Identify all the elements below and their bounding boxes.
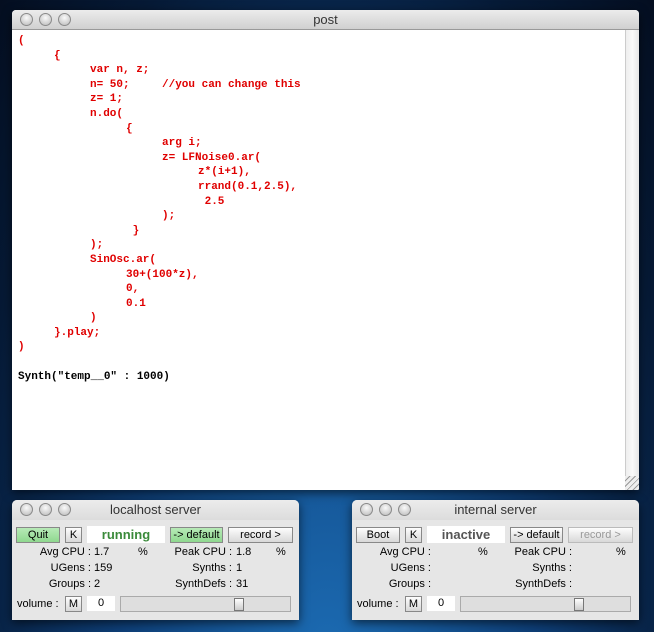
code-line: ( <box>18 35 25 47</box>
localhost-server-window: localhost server Quit K running -> defau… <box>12 500 299 620</box>
default-button[interactable]: -> default <box>510 527 563 543</box>
peak-cpu-value: 1.8 <box>236 546 252 558</box>
resize-grip-icon[interactable] <box>625 476 639 490</box>
code-line: arg i; <box>18 137 202 150</box>
code-line: ) <box>18 312 97 325</box>
synthdefs-label: SynthDefs : <box>175 578 232 590</box>
peak-cpu-percent: % <box>276 546 286 558</box>
slider-thumb[interactable] <box>574 598 584 611</box>
close-button[interactable] <box>20 13 33 26</box>
ugens-label: UGens : <box>50 562 91 574</box>
peak-cpu-percent: % <box>616 546 626 558</box>
code-line: z= 1; <box>18 93 124 106</box>
synths-value: 1 <box>236 562 243 574</box>
code-line: 0.1 <box>18 297 146 310</box>
code-line: { <box>18 122 133 135</box>
peak-cpu-label: Peak CPU : <box>514 546 572 558</box>
minimize-button[interactable] <box>379 503 392 516</box>
volume-input[interactable]: 0 <box>87 596 115 611</box>
avg-cpu-label: Avg CPU : <box>379 546 431 558</box>
code-line: ); <box>18 239 104 252</box>
zoom-button[interactable] <box>58 13 71 26</box>
code-line: var n, z; <box>18 64 150 77</box>
avg-cpu-percent: % <box>138 546 148 558</box>
volume-label: volume : <box>17 598 59 610</box>
ugens-label: UGens : <box>390 562 431 574</box>
window-title: internal server <box>454 502 537 517</box>
synthdefs-value: 31 <box>236 578 249 590</box>
code-line: 2.5 <box>18 195 225 208</box>
code-line: n.do( <box>18 107 124 120</box>
groups-label: Groups : <box>48 578 91 590</box>
code-line: { <box>18 49 61 62</box>
code-line: z*(i+1), <box>18 166 251 179</box>
internal-server-window: internal server Boot K inactive -> defau… <box>352 500 639 620</box>
kill-button[interactable]: K <box>65 527 82 543</box>
slider-thumb[interactable] <box>234 598 244 611</box>
code-line: SinOsc.ar( <box>18 253 157 266</box>
code-line: ); <box>18 210 176 223</box>
groups-value: 2 <box>94 578 101 590</box>
code-line: } <box>18 224 140 237</box>
boot-button[interactable]: Boot <box>356 527 400 543</box>
mute-button[interactable]: M <box>405 596 422 612</box>
code-line: rrand(0.1,2.5), <box>18 180 298 193</box>
title-bar[interactable]: localhost server <box>12 500 299 520</box>
close-button[interactable] <box>20 503 33 516</box>
window-title: post <box>313 12 338 27</box>
vertical-scrollbar[interactable] <box>625 30 639 490</box>
post-text[interactable]: ( { var n, z; n= 50; //you can change th… <box>12 30 625 490</box>
post-window: post ( { var n, z; n= 50; //you can chan… <box>12 10 639 490</box>
close-button[interactable] <box>360 503 373 516</box>
synthdefs-label: SynthDefs : <box>515 578 572 590</box>
code-line: 30+(100*z), <box>18 268 199 281</box>
record-button[interactable]: record > <box>568 527 633 543</box>
post-result: Synth("temp__0" : 1000) <box>18 370 170 383</box>
ugens-value: 159 <box>94 562 113 574</box>
title-bar[interactable]: post <box>12 10 639 30</box>
code-line: 0, <box>18 283 140 296</box>
window-title: localhost server <box>109 502 202 517</box>
avg-cpu-label: Avg CPU : <box>39 546 91 558</box>
code-line: z= LFNoise0.ar( <box>18 151 262 164</box>
avg-cpu-percent: % <box>478 546 488 558</box>
groups-label: Groups : <box>388 578 431 590</box>
minimize-button[interactable] <box>39 503 52 516</box>
volume-input[interactable]: 0 <box>427 596 455 611</box>
peak-cpu-label: Peak CPU : <box>174 546 232 558</box>
kill-button[interactable]: K <box>405 527 422 543</box>
zoom-button[interactable] <box>58 503 71 516</box>
volume-label: volume : <box>357 598 399 610</box>
title-bar[interactable]: internal server <box>352 500 639 520</box>
server-status: running <box>87 526 165 543</box>
default-button[interactable]: -> default <box>170 527 223 543</box>
record-button[interactable]: record > <box>228 527 293 543</box>
synths-label: Synths : <box>532 562 572 574</box>
code-line: }.play; <box>18 326 101 339</box>
mute-button[interactable]: M <box>65 596 82 612</box>
boot-button[interactable]: Quit <box>16 527 60 543</box>
synths-label: Synths : <box>192 562 232 574</box>
volume-slider[interactable] <box>120 596 291 612</box>
code-line: n= 50; //you can change this <box>18 78 301 91</box>
server-status: inactive <box>427 526 505 543</box>
volume-slider[interactable] <box>460 596 631 612</box>
code-line: ) <box>18 341 25 354</box>
zoom-button[interactable] <box>398 503 411 516</box>
minimize-button[interactable] <box>39 13 52 26</box>
avg-cpu-value: 1.7 <box>94 546 110 558</box>
